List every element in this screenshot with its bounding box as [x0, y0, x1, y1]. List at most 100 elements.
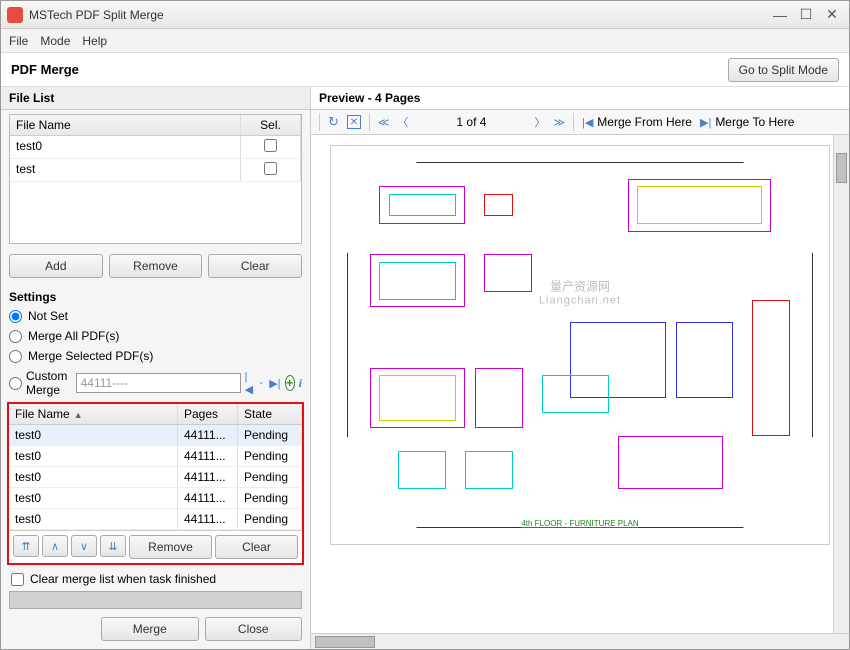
custom-merge-input[interactable]	[76, 373, 241, 393]
app-window: MSTech PDF Split Merge — ☐ ✕ File Mode H…	[0, 0, 850, 650]
next-page-icon[interactable]: 〉	[534, 114, 545, 130]
menu-mode[interactable]: Mode	[40, 34, 70, 48]
settings-title: Settings	[9, 288, 302, 306]
mg-state: Pending	[238, 446, 302, 466]
move-up-button[interactable]: ∧	[42, 535, 68, 557]
merge-from-icon: |◀	[582, 116, 593, 129]
radio-merge-selected[interactable]: Merge Selected PDF(s)	[9, 346, 302, 366]
clear-when-finished-row[interactable]: Clear merge list when task finished	[1, 567, 310, 591]
preview-title: Preview - 4 Pages	[311, 87, 849, 109]
menu-file[interactable]: File	[9, 34, 28, 48]
mg-clear-button[interactable]: Clear	[215, 535, 298, 559]
close-preview-icon[interactable]: ✕	[347, 115, 361, 129]
filelist-row-checkbox[interactable]	[241, 136, 301, 158]
merge-grid-row[interactable]: test044111...Pending	[9, 467, 302, 488]
menu-help[interactable]: Help	[82, 34, 107, 48]
main-area: File List File Name Sel. test0 test	[1, 87, 849, 649]
menubar: File Mode Help	[1, 29, 849, 53]
mg-name: test0	[9, 467, 178, 487]
move-top-button[interactable]: ⇈	[13, 535, 39, 557]
mg-remove-button[interactable]: Remove	[129, 535, 212, 559]
mg-pages: 44111...	[178, 467, 238, 487]
tb-sep	[573, 113, 574, 131]
close-window-button[interactable]: ✕	[821, 6, 843, 24]
filelist-row-name: test0	[10, 136, 241, 158]
merge-grid-row[interactable]: test044111...Pending	[9, 509, 302, 530]
go-to-split-button[interactable]: Go to Split Mode	[728, 58, 839, 82]
mg-col-state[interactable]: State	[238, 404, 302, 424]
minimize-button[interactable]: —	[769, 6, 791, 24]
fp-block	[637, 186, 761, 224]
info-icon[interactable]: i	[299, 376, 302, 391]
merge-grid-row[interactable]: test044111...Pending	[9, 488, 302, 509]
settings-panel: Settings Not Set Merge All PDF(s) Merge …	[1, 284, 310, 400]
preview-area[interactable]: 量产资源网 Liangchan.net 4th FLOOR - FURNITUR…	[311, 135, 849, 633]
scroll-thumb[interactable]	[315, 636, 375, 648]
merge-to-icon: ▶|	[700, 116, 711, 129]
fp-block	[542, 375, 609, 413]
merge-to-here[interactable]: ▶|Merge To Here	[700, 115, 794, 129]
add-range-icon[interactable]: +	[285, 375, 295, 391]
clear-when-finished-checkbox[interactable]	[11, 573, 24, 586]
move-down-button[interactable]: ∨	[71, 535, 97, 557]
fp-block	[379, 375, 455, 420]
filelist-row[interactable]: test0	[10, 136, 301, 159]
rotate-icon[interactable]: ↻	[328, 114, 339, 130]
mg-col-name[interactable]: File Name▲	[9, 404, 178, 424]
watermark-url: Liangchan.net	[539, 295, 621, 307]
close-button[interactable]: Close	[205, 617, 303, 641]
merge-grid-header: File Name▲ Pages State	[9, 404, 302, 425]
last-icon[interactable]: ▶|	[269, 376, 280, 390]
horizontal-scrollbar[interactable]	[311, 633, 849, 649]
first-page-icon[interactable]: ≪	[378, 116, 390, 129]
prev-page-icon[interactable]: 〈	[397, 114, 408, 130]
radio-input[interactable]	[9, 310, 22, 323]
mg-state: Pending	[238, 509, 302, 529]
filelist-col-name[interactable]: File Name	[10, 115, 241, 135]
mg-state: Pending	[238, 425, 302, 445]
radio-merge-all[interactable]: Merge All PDF(s)	[9, 326, 302, 346]
merge-grid-row[interactable]: test044111...Pending	[9, 425, 302, 446]
tb-sep	[369, 113, 370, 131]
maximize-button[interactable]: ☐	[795, 6, 817, 24]
radio-label: Not Set	[28, 309, 68, 323]
sel-checkbox[interactable]	[264, 139, 277, 152]
filelist-row[interactable]: test	[10, 159, 301, 182]
fp-block	[484, 194, 513, 217]
vertical-scrollbar[interactable]	[833, 135, 849, 633]
window-title: MSTech PDF Split Merge	[29, 8, 765, 22]
fp-block	[484, 254, 532, 292]
radio-custom-merge[interactable]	[9, 377, 22, 390]
merge-button[interactable]: Merge	[101, 617, 199, 641]
fp-block	[389, 194, 456, 217]
scroll-thumb[interactable]	[836, 153, 847, 183]
sort-asc-icon: ▲	[74, 410, 83, 420]
radio-label: Merge Selected PDF(s)	[28, 349, 153, 363]
first-icon[interactable]: |◀	[245, 376, 253, 390]
clear-button[interactable]: Clear	[208, 254, 302, 278]
fp-block	[475, 368, 523, 428]
remove-button[interactable]: Remove	[109, 254, 203, 278]
sep-icon: -	[257, 376, 265, 390]
merge-grid-row[interactable]: test044111...Pending	[9, 446, 302, 467]
app-icon	[7, 7, 23, 23]
radio-not-set[interactable]: Not Set	[9, 306, 302, 326]
watermark-text: 量产资源网	[539, 278, 621, 295]
merge-from-here[interactable]: |◀Merge From Here	[582, 115, 692, 129]
left-panel: File List File Name Sel. test0 test	[1, 87, 311, 649]
filelist-col-sel[interactable]: Sel.	[241, 115, 301, 135]
right-panel: Preview - 4 Pages ↻ ✕ ≪ 〈 1 of 4 〉 ≫ |◀M…	[311, 87, 849, 649]
filelist-header: File Name Sel.	[10, 115, 301, 136]
radio-input[interactable]	[9, 330, 22, 343]
radio-input[interactable]	[9, 350, 22, 363]
filelist-row-checkbox[interactable]	[241, 159, 301, 181]
move-bottom-button[interactable]: ⇊	[100, 535, 126, 557]
merge-grid: File Name▲ Pages State test044111...Pend…	[9, 404, 302, 563]
add-button[interactable]: Add	[9, 254, 103, 278]
custom-merge-label: Custom Merge	[26, 369, 72, 397]
filelist-body: test0 test	[10, 136, 301, 243]
sel-checkbox[interactable]	[264, 162, 277, 175]
filelist-buttons: Add Remove Clear	[1, 248, 310, 284]
last-page-icon[interactable]: ≫	[553, 116, 565, 129]
mg-col-pages[interactable]: Pages	[178, 404, 238, 424]
